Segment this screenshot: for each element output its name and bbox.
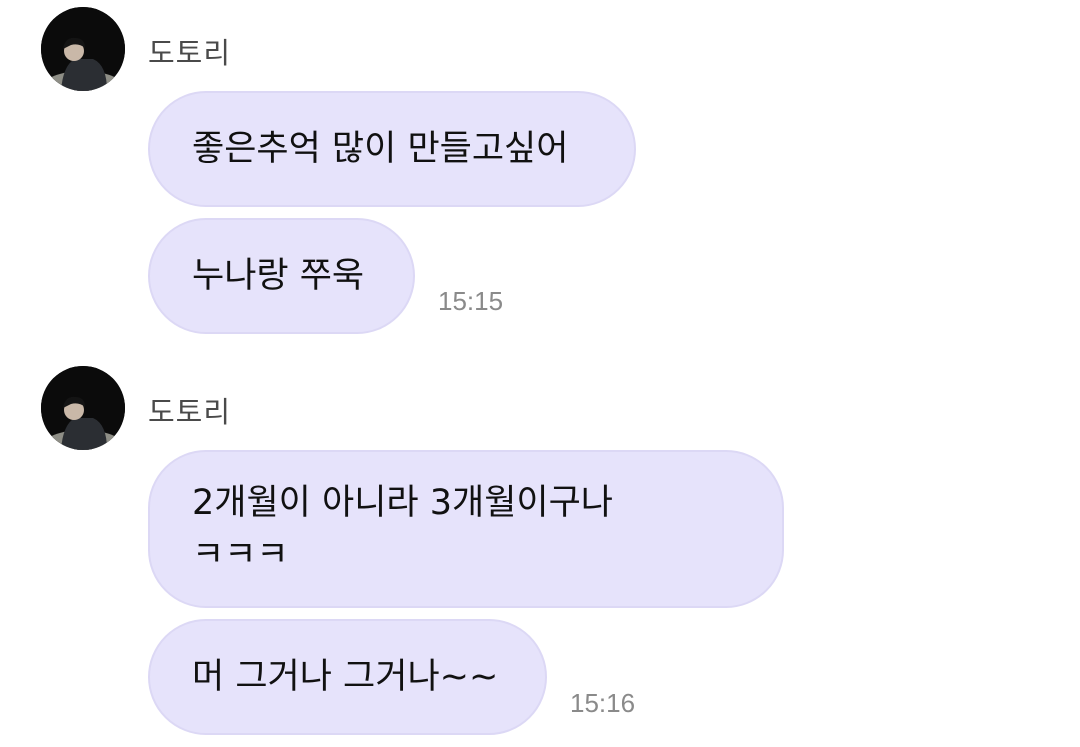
- sender-avatar[interactable]: [41, 366, 125, 450]
- message-timestamp: 15:15: [438, 286, 504, 316]
- profile-photo-icon: [41, 7, 125, 91]
- chat-room: 도토리 좋은추억 많이 만들고싶어 누나랑 쭈욱 15:15 도토리 2개월이 …: [0, 0, 1080, 747]
- message-bubble[interactable]: 머 그거나 그거나~~: [148, 619, 547, 735]
- message-bubble[interactable]: 좋은추억 많이 만들고싶어: [148, 91, 636, 207]
- sender-name: 도토리: [148, 36, 232, 70]
- message-text: 좋은추억 많이 만들고싶어: [192, 129, 569, 169]
- message-bubble[interactable]: 2개월이 아니라 3개월이구나 ㅋㅋㅋ: [148, 450, 784, 608]
- message-text: 2개월이 아니라 3개월이구나: [192, 483, 613, 523]
- sender-avatar[interactable]: [41, 7, 125, 91]
- message-text: ㅋㅋㅋ: [192, 535, 289, 575]
- message-timestamp: 15:16: [570, 688, 636, 718]
- message-text: 머 그거나 그거나~~: [192, 657, 499, 697]
- sender-name: 도토리: [148, 395, 232, 429]
- profile-photo-icon: [41, 366, 125, 450]
- message-bubble[interactable]: 누나랑 쭈욱: [148, 218, 415, 334]
- message-text: 누나랑 쭈욱: [192, 256, 365, 296]
